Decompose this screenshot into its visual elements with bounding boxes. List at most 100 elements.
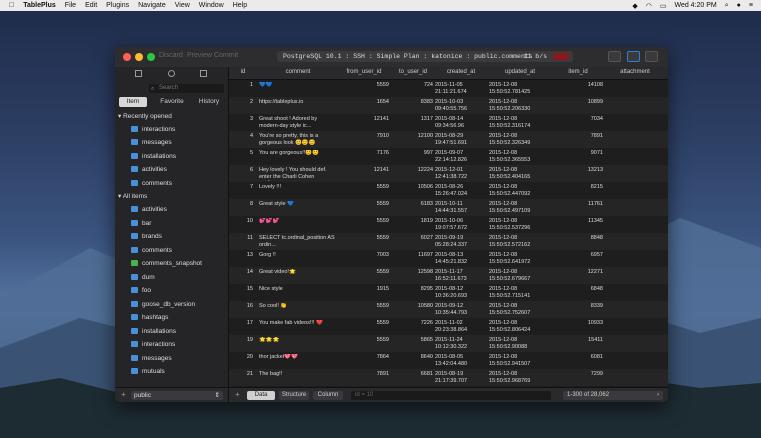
cell-from-user-id[interactable]: 1915 [339,286,389,292]
cell-id[interactable]: 13 [229,252,253,258]
cell-item-id[interactable]: 14108 [553,82,603,88]
table-row[interactable]: 14 Great video!🌟 5559 12598 2015-11-17 16:52… [229,267,668,284]
cell-created-at[interactable]: 2015-08-19 21:17:39.707 [435,371,487,385]
cell-to-user-id[interactable]: 7226 [393,320,433,326]
pagination[interactable]: 1-300 of 28,062 › [563,391,663,400]
cell-updated-at[interactable]: 2015-12-08 15:50:52.806424 [489,320,551,334]
cell-created-at[interactable]: 2015-10-11 14:44:31.557 [435,201,487,215]
recent-section-title[interactable]: ▾ Recently opened [118,112,172,120]
battery-icon[interactable]: ▭ [660,2,667,10]
cell-to-user-id[interactable]: 1819 [393,218,433,224]
tab-favorite[interactable]: Favorite [156,97,188,107]
cell-item-id[interactable]: 8339 [553,303,603,309]
table-row[interactable]: 19 🌟🌟🌟 5559 5865 2015-11-24 10:12:30.322 2015… [229,335,668,352]
table-row[interactable]: 10 💕💕💕 5559 1819 2015-10-06 19:07:57.672 2015… [229,216,668,233]
cell-comment[interactable]: Lovely !!! [259,184,337,198]
cell-item-id[interactable]: 6081 [553,354,603,360]
cell-id[interactable]: 1 [229,82,253,88]
cell-id[interactable]: 16 [229,303,253,309]
cell-comment[interactable]: 💙💙 [259,82,337,96]
cell-from-user-id[interactable]: 7864 [339,354,389,360]
search-input[interactable]: ⌕ Search [149,84,224,93]
cell-comment[interactable]: You are gorgeous!!😊😊 [259,150,337,164]
menu-view[interactable]: View [175,2,190,9]
add-icon[interactable]: + [121,390,126,399]
cell-from-user-id[interactable]: 5559 [339,337,389,343]
sidebar-recent-item[interactable]: interactions [131,124,175,136]
wifi-icon[interactable]: ◠ [646,2,652,10]
tab-item[interactable]: Item [119,97,147,107]
cell-created-at[interactable]: 2015-11-17 16:52:11.673 [435,269,487,283]
cell-updated-at[interactable]: 2015-12-08 15:50:52.206330 [489,99,551,113]
tab-column[interactable]: Column [313,391,343,400]
cell-item-id[interactable]: 7891 [553,133,603,139]
cell-id[interactable]: 2 [229,99,253,105]
cell-to-user-id[interactable]: 11697 [393,252,433,258]
cell-from-user-id[interactable]: 7891 [339,371,389,377]
sidebar-table-item[interactable]: interactions [131,339,175,351]
cell-updated-at[interactable]: 2015-12-08 15:50:52.641972 [489,252,551,266]
cell-id[interactable]: 15 [229,286,253,292]
cell-to-user-id[interactable]: 5865 [393,337,433,343]
schema-select[interactable]: public ⇕ [131,391,223,400]
cell-updated-at[interactable]: 2015-12-08 15:50:52.497109 [489,201,551,215]
cell-from-user-id[interactable]: 5559 [339,269,389,275]
cell-id[interactable]: 4 [229,133,253,139]
sidebar-table-item[interactable]: bar [131,218,151,230]
minimize-button[interactable] [135,53,143,61]
cell-updated-at[interactable]: 2015-12-08 15:50:52.572162 [489,235,551,249]
cell-item-id[interactable]: 13213 [553,167,603,173]
cell-from-user-id[interactable]: 5559 [339,201,389,207]
cell-created-at[interactable]: 2015-08-05 13:42:04.480 [435,354,487,368]
cell-to-user-id[interactable]: 8383 [393,99,433,105]
cell-from-user-id[interactable]: 5559 [339,235,389,241]
all-items-section-title[interactable]: ▾ All items [118,192,147,200]
cell-from-user-id[interactable]: 7910 [339,133,389,139]
cell-item-id[interactable]: 15411 [553,337,603,343]
cell-updated-at[interactable]: 2015-12-08 15:50:52.326349 [489,133,551,147]
cell-created-at[interactable]: 2015-08-13 14:45:21.832 [435,252,487,266]
cell-comment[interactable]: The bag!! [259,371,337,385]
table-row[interactable]: 21 The bag!! 7891 6681 2015-08-19 21:17:39.7… [229,369,668,386]
table-row[interactable]: 7 Lovely !!! 5559 10506 2015-08-26 15:26:47.… [229,182,668,199]
column-header-attachment[interactable]: attachment [605,69,665,75]
sidebar-table-item[interactable]: brands [131,231,162,243]
table-icon[interactable] [135,70,142,77]
cell-comment[interactable]: Great video!🌟 [259,269,337,283]
cell-comment[interactable]: So cool! 👏 [259,303,337,317]
column-header-item-id[interactable]: item_id [553,69,603,75]
cell-item-id[interactable]: 11345 [553,218,603,224]
discard-button[interactable]: Discard [159,52,183,59]
cell-id[interactable]: 11 [229,235,253,241]
table-row[interactable]: 16 So cool! 👏 5559 10580 2015-09-12 10:35:44… [229,301,668,318]
cell-updated-at[interactable]: 2015-12-08 15:50:52.537296 [489,218,551,232]
sidebar-table-item[interactable]: messages [131,353,172,365]
cell-to-user-id[interactable]: 8640 [393,354,433,360]
sidebar-table-item[interactable]: comments_snapshot [131,258,202,270]
cell-created-at[interactable]: 2015-09-12 10:35:44.793 [435,303,487,317]
add-row-icon[interactable]: + [235,390,240,399]
cell-item-id[interactable]: 8215 [553,184,603,190]
cell-item-id[interactable]: 6848 [553,286,603,292]
table-row[interactable]: 3 Great shoot ! Adored by modern-day styl… [229,114,668,131]
cell-comment[interactable]: thor jacket💖💖 [259,354,337,368]
cell-from-user-id[interactable]: 7003 [339,252,389,258]
table-row[interactable]: 2 https://tableplus.io 1654 8383 2015-10-03 … [229,97,668,114]
menu-plugins[interactable]: Plugins [106,2,129,9]
cell-updated-at[interactable]: 2015-12-08 15:50:52.752607 [489,303,551,317]
table-row[interactable]: 8 Great style 💙 5559 6183 2015-10-11 14:44:3… [229,199,668,216]
sidebar-recent-item[interactable]: installations [131,151,176,163]
cell-id[interactable]: 14 [229,269,253,275]
sidebar-recent-item[interactable]: activities [131,164,167,176]
cell-created-at[interactable]: 2015-11-05 21:11:21.674 [435,82,487,96]
cell-updated-at[interactable]: 2015-12-08 15:50:52.447092 [489,184,551,198]
cell-id[interactable]: 8 [229,201,253,207]
cell-from-user-id[interactable]: 5559 [339,82,389,88]
sidebar-table-item[interactable]: installations [131,326,176,338]
menu-window[interactable]: Window [199,2,224,9]
cell-to-user-id[interactable]: 997 [393,150,433,156]
cell-updated-at[interactable]: 2015-12-08 15:50:52.90088 [489,337,551,351]
sidebar-recent-item[interactable]: messages [131,137,172,149]
column-header-updated-at[interactable]: updated_at [489,69,551,75]
cell-created-at[interactable]: 2015-09-07 22:14:12.826 [435,150,487,164]
